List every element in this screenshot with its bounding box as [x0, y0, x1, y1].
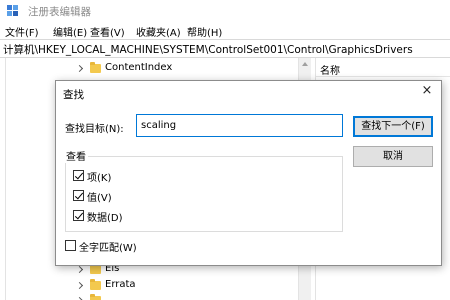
folder-icon — [90, 62, 101, 73]
list-header: 名称 — [316, 58, 450, 77]
folder-icon — [90, 263, 101, 274]
menu-view[interactable]: 查看(V) — [90, 24, 125, 39]
tree-item-partial[interactable] — [75, 294, 297, 300]
close-icon[interactable]: × — [421, 84, 433, 97]
look-at-label: 查看 — [64, 148, 88, 163]
find-next-button[interactable]: 查找下一个(F) — [353, 116, 433, 137]
checkbox-checked-icon[interactable] — [73, 190, 84, 201]
cancel-button[interactable]: 取消 — [353, 146, 433, 167]
registry-editor-icon — [7, 5, 18, 16]
values-checkbox-label: 值(V) — [87, 193, 112, 204]
title-bar: 注册表编辑器 — [0, 0, 450, 21]
find-what-input[interactable] — [136, 114, 343, 137]
chevron-right-icon[interactable] — [75, 281, 84, 290]
tree-item-label: Errata — [105, 279, 136, 290]
checkbox-checked-icon[interactable] — [73, 210, 84, 221]
tree-item-errata[interactable]: Errata — [75, 279, 297, 293]
left-edge — [0, 58, 6, 300]
window-title: 注册表编辑器 — [28, 6, 91, 18]
menu-help[interactable]: 帮助(H) — [187, 24, 222, 39]
dialog-title: 查找 — [63, 89, 84, 101]
data-checkbox-label: 数据(D) — [87, 213, 123, 224]
menu-favorites[interactable]: 收藏夹(A) — [136, 24, 181, 39]
menu-bar: 文件(F) 编辑(E) 查看(V) 收藏夹(A) 帮助(H) — [0, 21, 450, 39]
scroll-up-icon[interactable] — [302, 62, 308, 66]
address-bar[interactable]: 计算机\HKEY_LOCAL_MACHINE\SYSTEM\ControlSet… — [0, 39, 450, 58]
menu-edit[interactable]: 编辑(E) — [53, 24, 87, 39]
checkbox-unchecked-icon[interactable] — [65, 240, 76, 251]
match-whole-word-label: 全字匹配(W) — [79, 243, 137, 254]
find-dialog: 查找 × 查找目标(N): 查找下一个(F) 取消 查看 项(K) 值(V) 数… — [55, 80, 442, 266]
tree-item-label: ContentIndex — [105, 62, 173, 73]
column-header-name[interactable]: 名称 — [320, 62, 340, 77]
tree-item-contentindex[interactable]: ContentIndex — [75, 62, 297, 76]
keys-checkbox-label: 项(K) — [87, 173, 112, 184]
chevron-right-icon[interactable] — [75, 265, 84, 274]
checkbox-checked-icon[interactable] — [73, 170, 84, 181]
folder-icon — [90, 294, 101, 300]
menu-file[interactable]: 文件(F) — [5, 24, 39, 39]
find-what-label: 查找目标(N): — [65, 124, 124, 135]
address-path: 计算机\HKEY_LOCAL_MACHINE\SYSTEM\ControlSet… — [3, 44, 413, 56]
chevron-right-icon[interactable] — [75, 64, 84, 73]
folder-icon — [90, 279, 101, 290]
